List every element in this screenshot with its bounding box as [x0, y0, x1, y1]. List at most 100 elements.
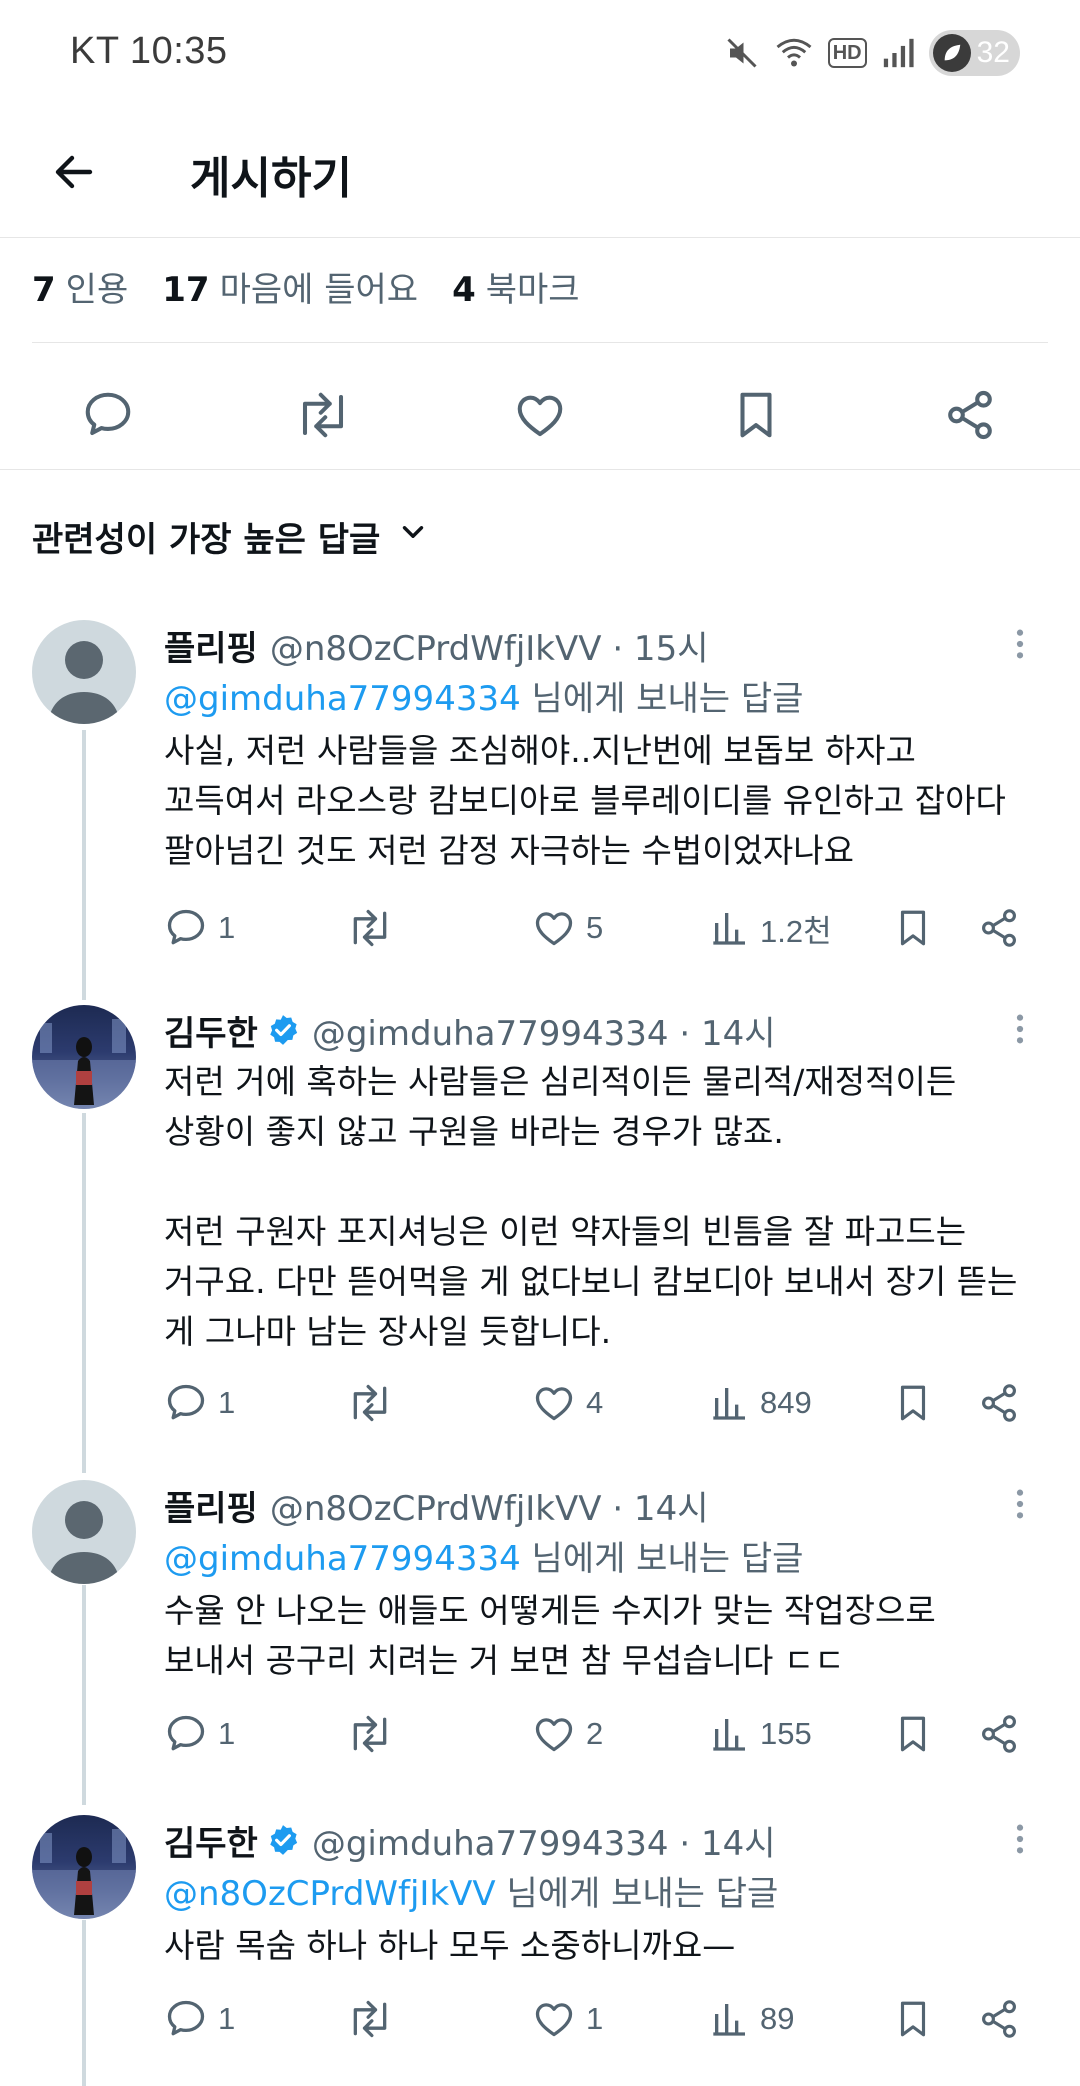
avatar[interactable] [32, 1005, 136, 1109]
bookmark-button[interactable] [892, 1373, 934, 1433]
reply-icon[interactable] [78, 385, 138, 445]
avatar[interactable] [32, 1480, 136, 1584]
reply-to-line: @n8OzCPrdWfjIkVV 님에게 보내는 답글 [164, 1874, 779, 1914]
reply-item[interactable]: 플리핑 @n8OzCPrdWfjIkVV · 15시 @gimduha77994… [0, 620, 1080, 970]
retweet-button[interactable] [346, 1373, 394, 1433]
retweet-button[interactable] [346, 898, 394, 958]
mention-link[interactable]: @gimduha77994334 [164, 1539, 521, 1579]
reply-button[interactable]: 1 [164, 1704, 235, 1764]
reply-item[interactable]: 김두한 @gimduha77994334 · 14시 @n8OzCPrdWfjI… [0, 1815, 1080, 2080]
reply-text: 사실, 저런 사람들을 조심해야..지난번에 보돕보 하자고 꼬득여서 라오스랑… [164, 731, 1006, 870]
bookmark-button[interactable] [892, 1704, 934, 1764]
share-icon[interactable] [940, 385, 1000, 445]
mention-link[interactable]: @n8OzCPrdWfjIkVV [164, 1874, 496, 1914]
more-options-button[interactable] [1000, 1484, 1040, 1524]
profile-photo [32, 1019, 136, 1109]
author-name[interactable]: 김두한 [164, 1816, 258, 1865]
author-handle-time: @gimduha77994334 · 14시 [311, 1823, 776, 1864]
reply-actions: 1 5 1.2천 [0, 898, 1080, 958]
battery-level: 32 [976, 36, 1010, 69]
more-options-button[interactable] [1000, 624, 1040, 664]
retweet-icon [353, 2000, 387, 2038]
more-vertical-icon [1016, 1489, 1024, 1519]
back-button[interactable] [42, 140, 106, 204]
author-handle-time: @n8OzCPrdWfjIkVV · 14시 [269, 1488, 709, 1529]
bookmark-button[interactable] [892, 1989, 934, 2049]
retweet-icon[interactable] [293, 385, 353, 445]
share-button[interactable] [978, 1704, 1020, 1764]
post-stats: 7 인용 17 마음에 들어요 4 북마크 [32, 262, 580, 311]
retweet-button[interactable] [346, 1704, 394, 1764]
profile-photo [32, 1829, 136, 1919]
retweet-icon [353, 909, 387, 947]
views-button[interactable]: 1.2천 [710, 898, 832, 958]
reply-icon [167, 2000, 205, 2036]
author-handle-time: @gimduha77994334 · 14시 [311, 1013, 776, 1054]
views-button[interactable]: 849 [710, 1373, 812, 1433]
reply-button[interactable]: 1 [164, 1989, 235, 2049]
views-button[interactable]: 155 [710, 1704, 812, 1764]
battery-indicator: 32 [928, 30, 1020, 76]
share-button[interactable] [978, 1373, 1020, 1433]
post-action-bar [0, 365, 1080, 465]
author-name[interactable]: 플리핑 [164, 621, 258, 670]
share-button[interactable] [978, 1989, 1020, 2049]
sort-label: 관련성이 가장 높은 답글 [32, 520, 381, 560]
reply-to-line: @gimduha77994334 님에게 보내는 답글 [164, 1539, 804, 1579]
like-button[interactable]: 1 [532, 1989, 603, 2049]
share-icon [982, 1715, 1016, 1753]
mute-icon [724, 35, 760, 71]
views-icon [713, 2004, 745, 2036]
author-name[interactable]: 플리핑 [164, 1481, 258, 1530]
mention-link[interactable]: @gimduha77994334 [164, 679, 521, 719]
reply-actions: 1 2 155 [0, 1704, 1080, 1764]
more-vertical-icon [1016, 1824, 1024, 1854]
reply-item[interactable]: 김두한 @gimduha77994334 · 14시 저런 거에 혹하는 사람들… [0, 1005, 1080, 1435]
stat-likes[interactable]: 17 마음에 들어요 [162, 262, 418, 311]
reply-button[interactable]: 1 [164, 898, 235, 958]
divider [32, 342, 1048, 343]
reply-icon [167, 909, 205, 945]
like-icon[interactable] [510, 385, 570, 445]
more-options-button[interactable] [1000, 1819, 1040, 1859]
share-icon [982, 909, 1016, 947]
like-icon [535, 912, 573, 946]
signal-icon [881, 36, 915, 70]
reply-actions: 1 1 89 [0, 1989, 1080, 2049]
wifi-icon [774, 35, 814, 71]
author-name[interactable]: 김두한 [164, 1006, 258, 1055]
chevron-down-icon [396, 515, 430, 558]
bookmark-icon[interactable] [726, 385, 786, 445]
more-options-button[interactable] [1000, 1009, 1040, 1049]
stat-quotes[interactable]: 7 인용 [32, 262, 128, 311]
bookmark-icon [900, 2001, 926, 2037]
back-arrow-icon [55, 155, 93, 189]
reply-sort-selector[interactable]: 관련성이 가장 높은 답글 [32, 512, 430, 561]
retweet-button[interactable] [346, 1989, 394, 2049]
share-icon [982, 2000, 1016, 2038]
reply-item[interactable]: 플리핑 @n8OzCPrdWfjIkVV · 14시 @gimduha77994… [0, 1480, 1080, 1760]
bookmark-button[interactable] [892, 898, 934, 958]
bookmark-icon [900, 1385, 926, 1421]
views-button[interactable]: 89 [710, 1989, 794, 2049]
like-icon [535, 1387, 573, 1421]
reply-text: 수율 안 나오는 애들도 어떻게든 수지가 맞는 작업장으로 보내서 공구리 치… [164, 1591, 936, 1680]
more-vertical-icon [1016, 1014, 1024, 1044]
like-icon [535, 2003, 573, 2037]
more-vertical-icon [1016, 629, 1024, 659]
views-icon [713, 1388, 745, 1420]
views-icon [713, 1719, 745, 1751]
author-handle-time: @n8OzCPrdWfjIkVV · 15시 [269, 628, 709, 669]
stat-bookmarks[interactable]: 4 북마크 [452, 262, 580, 311]
default-avatar-icon [48, 1501, 120, 1584]
avatar[interactable] [32, 620, 136, 724]
divider [0, 469, 1080, 470]
avatar[interactable] [32, 1815, 136, 1919]
reply-text: 저런 거에 혹하는 사람들은 심리적이든 물리적/재정적이든 상황이 좋지 않고… [164, 1062, 1018, 1351]
reply-button[interactable]: 1 [164, 1373, 235, 1433]
like-button[interactable]: 4 [532, 1373, 603, 1433]
like-button[interactable]: 2 [532, 1704, 603, 1764]
share-button[interactable] [978, 898, 1020, 958]
like-button[interactable]: 5 [532, 898, 603, 958]
retweet-icon [353, 1384, 387, 1422]
